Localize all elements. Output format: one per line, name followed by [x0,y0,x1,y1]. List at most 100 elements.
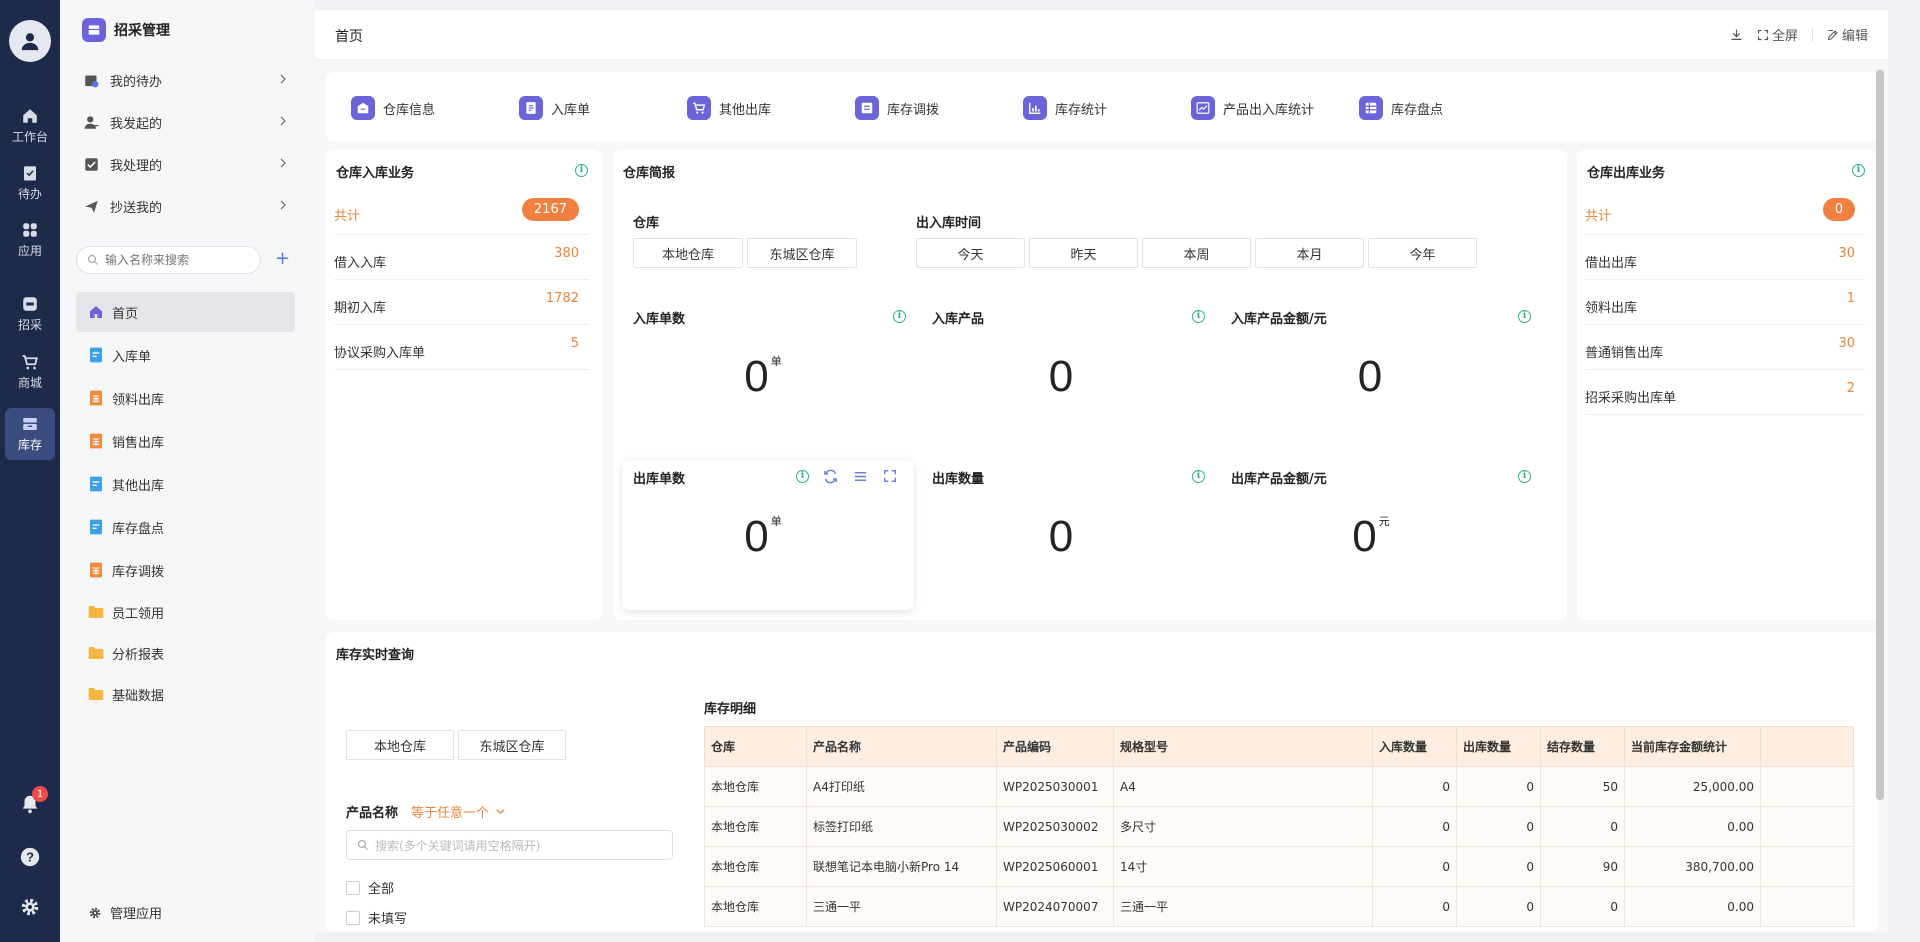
nav-sales-out[interactable]: 销售出库 [76,421,295,461]
cell: 标签打印纸 [806,806,997,847]
stock-query-card: 库存实时查询 本地仓库 东城区仓库 产品名称 等于任意一个 搜索(多个关键词请用… [326,632,1878,932]
rail-item-apps[interactable]: 应用 [5,214,55,266]
quick-inbound[interactable]: 入库单 [519,96,590,120]
option-empty[interactable]: 未填写 [346,908,407,927]
info-icon[interactable]: i [1518,310,1531,323]
folder-icon [88,604,104,620]
info-icon[interactable]: i [1518,470,1531,483]
col-header[interactable]: 入库数量 [1372,726,1457,767]
fullscreen-button[interactable]: 全屏 [1757,25,1798,44]
info-icon[interactable]: i [1852,164,1865,177]
col-header[interactable]: 产品名称 [806,726,997,767]
rail-item-mall[interactable]: 商城 [5,346,55,398]
group-cc[interactable]: 抄送我的 [84,192,299,220]
user-avatar[interactable] [9,20,51,62]
nav-reports[interactable]: 分析报表 [76,633,295,673]
chevron-right-icon [280,158,286,168]
metric-title: 入库单数 [633,312,686,327]
info-icon[interactable]: i [796,470,809,483]
quick-stock-stats[interactable]: 库存统计 [1023,96,1107,120]
edit-button[interactable]: 编辑 [1827,25,1868,44]
col-header[interactable]: 产品编码 [996,726,1114,767]
product-search-field[interactable]: 搜索(多个关键词请用空格隔开) [346,830,673,860]
table-row[interactable]: 本地仓库 三通一平 WP2024070007 三通一平 0 0 0 0.00 [704,886,1854,927]
nav-inbound[interactable]: 入库单 [76,335,295,375]
info-icon[interactable]: i [575,164,588,177]
group-initiated[interactable]: 我发起的 [84,108,299,136]
nav-material-out[interactable]: 领料出库 [76,378,295,418]
quick-stocktake[interactable]: 库存盘点 [1359,96,1443,120]
stock-table: 仓库 产品名称 产品编码 规格型号 入库数量 出库数量 结存数量 当前库存金额统… [704,726,1854,927]
nav-transfer[interactable]: 库存调拨 [76,550,295,590]
gear-icon [21,898,39,916]
outbound-row[interactable]: 借出出库 30 [1585,235,1865,280]
col-header[interactable]: 结存数量 [1540,726,1625,767]
help-button[interactable]: ? [18,845,42,869]
row-value: 0 [1822,198,1855,221]
outbound-row[interactable]: 招采采购出库单 2 [1585,370,1865,415]
page-header: 首页 全屏 编辑 [315,10,1888,60]
outbound-row-total[interactable]: 共计 0 [1585,190,1865,235]
inbound-row[interactable]: 协议采购入库单 5 [334,325,589,370]
time-tag[interactable]: 今天 [916,238,1025,268]
inbound-row-total[interactable]: 共计 2167 [334,190,589,235]
group-my-todo[interactable]: 我的待办 [84,66,299,94]
warehouse-tag[interactable]: 本地仓库 [633,238,743,268]
col-header[interactable]: 当前库存金额统计 [1624,726,1761,767]
notification-button[interactable]: 1 [18,786,48,816]
add-icon[interactable]: + [275,250,290,268]
table-row[interactable]: 本地仓库 标签打印纸 WP2025030002 多尺寸 0 0 0 0.00 [704,806,1854,847]
nav-home[interactable]: 首页 [76,292,295,332]
time-tag[interactable]: 昨天 [1029,238,1138,268]
nav-employee-use[interactable]: 员工领用 [76,592,295,632]
nav-other-out[interactable]: 其他出库 [76,464,295,504]
menu-search-input[interactable] [105,253,245,267]
brief-title: 仓库简报 [623,166,676,181]
rail-item-workbench[interactable]: 工作台 [5,100,55,152]
warehouse-tag[interactable]: 东城区仓库 [747,238,857,268]
time-tag[interactable]: 今年 [1368,238,1477,268]
checkbox[interactable] [346,910,360,925]
refresh-icon[interactable] [823,469,838,484]
quick-warehouse-info[interactable]: 仓库信息 [351,96,435,120]
quick-transfer[interactable]: 库存调拨 [855,96,939,120]
download-button[interactable] [1730,28,1743,41]
inbound-row[interactable]: 期初入库 1782 [334,280,589,325]
filter-operator-select[interactable]: 等于任意一个 [411,802,506,821]
cell: 本地仓库 [704,886,807,927]
menu-icon[interactable] [853,469,868,484]
stock-warehouse-tag[interactable]: 本地仓库 [346,730,454,760]
time-tag[interactable]: 本月 [1255,238,1364,268]
menu-search[interactable] [76,246,261,274]
nav-basic-data[interactable]: 基础数据 [76,674,295,714]
info-icon[interactable]: i [1192,310,1205,323]
stock-warehouse-tag[interactable]: 东城区仓库 [458,730,566,760]
col-header[interactable]: 仓库 [704,726,807,767]
rail-item-inventory[interactable]: 库存 [5,408,55,460]
rail-item-procurement[interactable]: 招采 [5,288,55,340]
time-tag[interactable]: 本周 [1142,238,1251,268]
info-icon[interactable]: i [1192,470,1205,483]
checkbox[interactable] [346,880,360,895]
manage-app-button[interactable]: 管理应用 [88,903,162,922]
group-processed[interactable]: 我处理的 [84,150,299,178]
page-scrollbar[interactable] [1876,70,1884,800]
cell: A4 [1113,766,1373,807]
expand-icon[interactable] [883,469,897,483]
table-row[interactable]: 本地仓库 A4打印纸 WP2025030001 A4 0 0 50 25,000.00 [704,766,1854,807]
quick-other-out[interactable]: 其他出库 [687,96,771,120]
outbound-row[interactable]: 普通销售出库 30 [1585,325,1865,370]
cell: 0.00 [1624,806,1761,847]
settings-button[interactable] [18,895,42,919]
outbound-row[interactable]: 领料出库 1 [1585,280,1865,325]
nav-stocktake[interactable]: 库存盘点 [76,507,295,547]
metric-title: 入库产品 [932,312,985,327]
quick-product-stats[interactable]: 产品出入库统计 [1191,96,1314,120]
col-header[interactable]: 规格型号 [1113,726,1373,767]
table-row[interactable]: 本地仓库 联想笔记本电脑小新Pro 14 WP2025060001 14寸 0 0 90 38… [704,846,1854,887]
inbound-row[interactable]: 借入入库 380 [334,235,589,280]
info-icon[interactable]: i [893,310,906,323]
col-header[interactable]: 出库数量 [1456,726,1541,767]
rail-item-todo[interactable]: 待办 [5,157,55,209]
option-all[interactable]: 全部 [346,878,394,897]
